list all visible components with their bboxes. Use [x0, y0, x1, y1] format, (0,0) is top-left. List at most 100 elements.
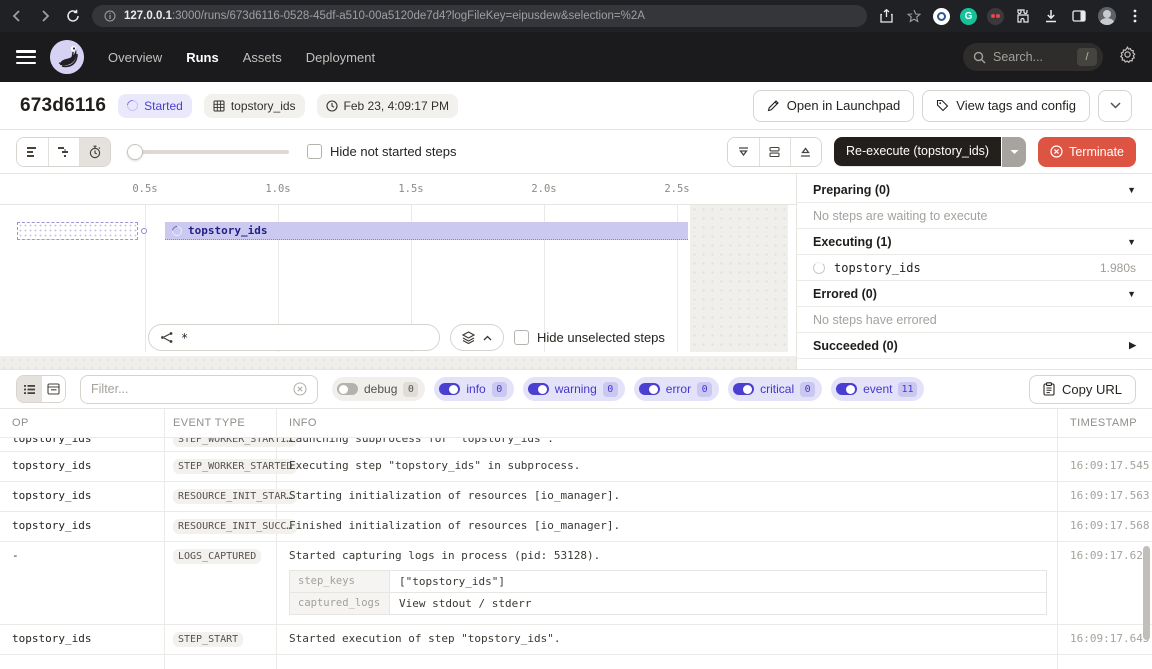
- nav-item-deployment[interactable]: Deployment: [306, 50, 375, 65]
- nav-menu-icon[interactable]: [16, 50, 36, 64]
- gantt-step-bar[interactable]: topstory_ids: [165, 222, 688, 240]
- extension-grammarly-icon[interactable]: G: [960, 8, 977, 25]
- log-level-toggle-critical[interactable]: critical0: [728, 377, 822, 401]
- log-level-toggle-debug[interactable]: debug0: [332, 377, 425, 401]
- executing-step-row[interactable]: topstory_ids1.980s: [797, 255, 1152, 281]
- timed-view-button[interactable]: [79, 138, 110, 166]
- column-header-op: OP: [0, 409, 165, 437]
- log-row[interactable]: topstory_idsRESOURCE_INIT_SUCC…Finished …: [0, 512, 1152, 542]
- reload-icon[interactable]: [64, 7, 82, 25]
- bookmark-star-icon[interactable]: [905, 7, 923, 25]
- reexecute-split-button: Re-execute (topstory_ids): [834, 137, 1026, 167]
- log-view-segment: [16, 375, 66, 403]
- split-bottom-button[interactable]: [728, 138, 759, 166]
- stream-view-button[interactable]: [17, 376, 41, 402]
- log-filter-input[interactable]: [91, 382, 285, 396]
- log-row[interactable]: -LOGS_CAPTUREDStarted capturing logs in …: [0, 542, 1152, 625]
- settings-gear-icon[interactable]: [1119, 46, 1136, 68]
- log-row[interactable]: topstory_idsSTEP_WORKER_STARTEDExecuting…: [0, 452, 1152, 482]
- filler-cell: [277, 655, 1058, 669]
- nav-item-overview[interactable]: Overview: [108, 50, 162, 65]
- checkbox-box[interactable]: [514, 330, 529, 345]
- steps-section-title: Succeeded (0): [813, 339, 898, 353]
- log-event-type-cell: LOGS_CAPTURED: [165, 542, 277, 624]
- split-top-button[interactable]: [790, 138, 821, 166]
- profile-avatar[interactable]: [1098, 7, 1116, 25]
- log-row[interactable]: topstory_idsSTEP_STARTStarted execution …: [0, 625, 1152, 655]
- flat-view-button[interactable]: [17, 138, 48, 166]
- log-level-toggle-error[interactable]: error0: [634, 377, 719, 401]
- log-op-cell: topstory_ids: [0, 452, 165, 481]
- steps-section-header[interactable]: Executing (1)▼: [797, 229, 1152, 255]
- chevron-down-icon: [1110, 102, 1121, 109]
- log-level-toggle-info[interactable]: info0: [434, 377, 513, 401]
- steps-section-title: Errored (0): [813, 287, 877, 301]
- log-level-toggle-event[interactable]: event11: [831, 377, 923, 401]
- cancel-circle-icon: [1050, 145, 1063, 158]
- back-icon[interactable]: [8, 7, 26, 25]
- column-header-info: INFO: [277, 409, 1058, 437]
- nav-item-assets[interactable]: Assets: [243, 50, 282, 65]
- start-time-tag[interactable]: Feb 23, 4:09:17 PM: [317, 94, 458, 118]
- log-info-text: Started execution of step "topstory_ids"…: [289, 632, 1057, 645]
- log-level-count: 0: [403, 382, 418, 397]
- log-info-text: Starting initialization of resources [io…: [289, 489, 1057, 502]
- extension-1password-icon[interactable]: [933, 8, 950, 25]
- gantt-horizontal-scrollbar[interactable]: [0, 356, 796, 369]
- log-event-type-cell: RESOURCE_INIT_STAR…: [165, 482, 277, 511]
- steps-empty-text: No steps are waiting to execute: [797, 203, 1152, 229]
- nav-item-runs[interactable]: Runs: [186, 50, 219, 65]
- job-tag[interactable]: topstory_ids: [204, 94, 305, 118]
- zoom-slider-handle[interactable]: [127, 144, 143, 160]
- steps-section-header[interactable]: Preparing (0)▼: [797, 177, 1152, 203]
- share-icon[interactable]: [877, 7, 895, 25]
- log-timestamp-cell: 16:09:17.568: [1058, 512, 1152, 541]
- dagster-logo[interactable]: [50, 40, 84, 74]
- log-info-text: Started capturing logs in process (pid: …: [289, 549, 1057, 562]
- header-more-chevron-button[interactable]: [1098, 90, 1132, 122]
- log-level-toggle-warning[interactable]: warning0: [523, 377, 625, 401]
- terminate-button[interactable]: Terminate: [1038, 137, 1136, 167]
- run-status-badge[interactable]: Started: [118, 94, 192, 118]
- table-scrollbar-thumb[interactable]: [1143, 546, 1150, 640]
- run-id: 673d6116: [20, 95, 106, 117]
- waterfall-view-button[interactable]: [48, 138, 79, 166]
- forward-icon[interactable]: [36, 7, 54, 25]
- site-info-icon[interactable]: [104, 10, 116, 22]
- log-row[interactable]: topstory_idsRESOURCE_INIT_STAR…Starting …: [0, 482, 1152, 512]
- downloads-icon[interactable]: [1042, 7, 1060, 25]
- captured-logs-link[interactable]: View stdout / stderr: [390, 593, 1046, 614]
- steps-section-header[interactable]: Errored (0)▼: [797, 281, 1152, 307]
- open-in-launchpad-button[interactable]: Open in Launchpad: [753, 90, 914, 122]
- reexecute-button[interactable]: Re-execute (topstory_ids): [834, 137, 1001, 167]
- graph-query-toggle-button[interactable]: [450, 324, 504, 351]
- extensions-puzzle-icon[interactable]: [1014, 7, 1032, 25]
- structured-view-button[interactable]: [41, 376, 65, 402]
- extension-redeye-icon[interactable]: [987, 8, 1004, 25]
- reexecute-dropdown-button[interactable]: [1002, 137, 1026, 167]
- log-level-label: critical: [760, 382, 794, 396]
- gantt-axis-tick: 1.0s: [258, 183, 298, 195]
- pencil-icon: [767, 99, 780, 112]
- hide-not-started-checkbox[interactable]: Hide not started steps: [307, 144, 456, 159]
- view-tags-config-button[interactable]: View tags and config: [922, 90, 1090, 122]
- checkbox-box[interactable]: [307, 144, 322, 159]
- copy-url-button[interactable]: Copy URL: [1029, 375, 1136, 404]
- log-row[interactable]: topstory_idsSTEP_WORKER_STARTI…Launching…: [0, 438, 1152, 452]
- gantt-pending-box: [17, 222, 138, 240]
- zoom-slider[interactable]: [129, 150, 289, 154]
- browser-menu-icon[interactable]: [1126, 7, 1144, 25]
- hide-unselected-checkbox[interactable]: Hide unselected steps: [514, 330, 665, 345]
- url-bar[interactable]: 127.0.0.1:3000/runs/673d6116-0528-45df-a…: [92, 5, 867, 27]
- step-selection-input[interactable]: *: [148, 324, 440, 351]
- caret-down-icon: ▼: [1127, 237, 1136, 247]
- global-search[interactable]: Search... /: [963, 43, 1103, 71]
- event-type-badge: STEP_START: [173, 632, 243, 647]
- log-info-text: Executing step "topstory_ids" in subproc…: [289, 459, 1057, 472]
- side-panel-icon[interactable]: [1070, 7, 1088, 25]
- split-even-button[interactable]: [759, 138, 790, 166]
- gantt-axis-tick: 2.0s: [524, 183, 564, 195]
- clear-filter-icon[interactable]: [293, 382, 307, 396]
- browser-chrome: 127.0.0.1:3000/runs/673d6116-0528-45df-a…: [0, 0, 1152, 32]
- steps-section-header[interactable]: Succeeded (0)▶: [797, 333, 1152, 359]
